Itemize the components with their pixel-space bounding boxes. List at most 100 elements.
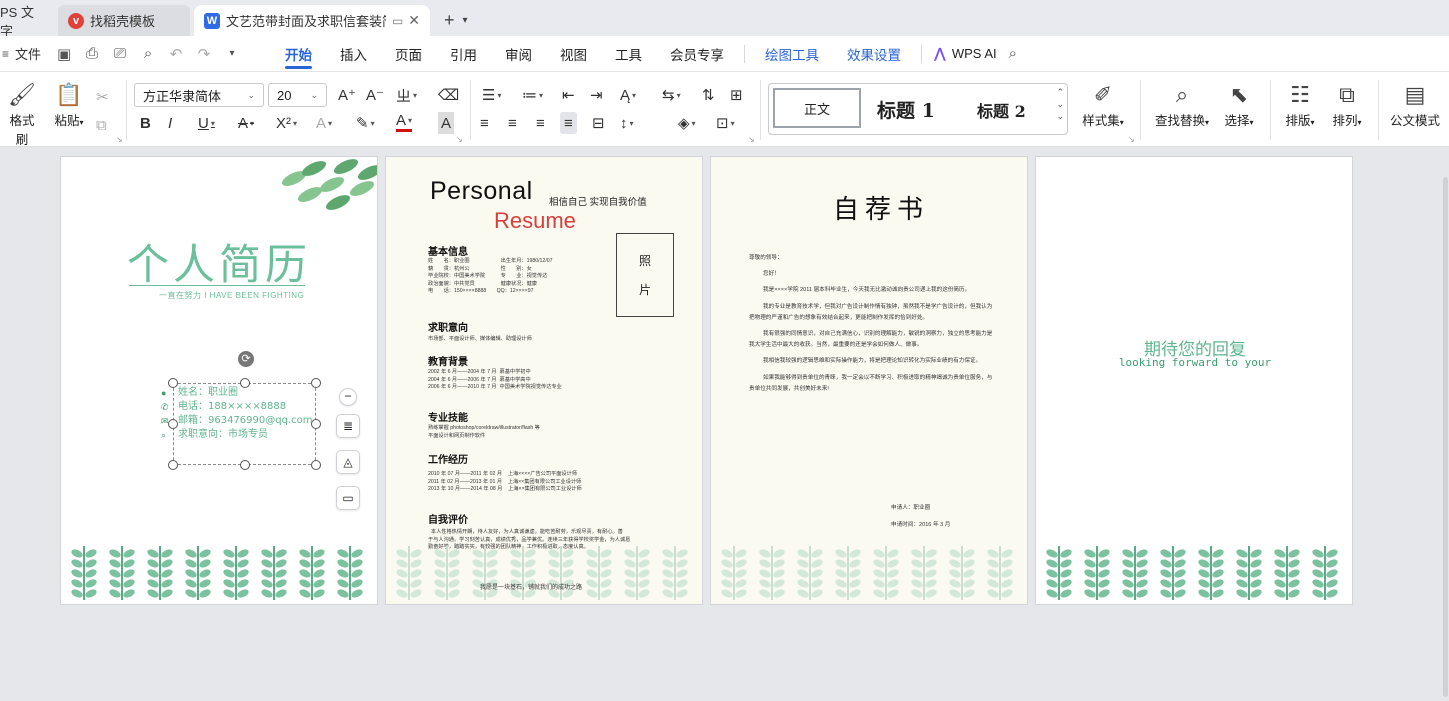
scrollbar-thumb[interactable] <box>1443 177 1448 697</box>
fern-icon <box>719 542 749 600</box>
align-left-icon[interactable]: ≡ <box>480 112 489 134</box>
document-workspace[interactable]: 个人简历 一直在努力 I HAVE BEEN FIGHTING ⟳ ● ✆ ✉ … <box>0 147 1449 701</box>
sort-icon[interactable]: ⇅ <box>702 84 715 106</box>
align-center-icon[interactable]: ≡ <box>508 112 517 134</box>
menu-tab-member[interactable]: 会员专享 <box>670 36 724 72</box>
undo-icon[interactable]: ↶ <box>167 45 185 63</box>
font-color-icon[interactable]: A ▾ <box>396 112 413 132</box>
skills-text: 熟练掌握 photoshop/coreldraw/illustrator/fla… <box>428 425 540 439</box>
file-menu[interactable]: 文件 <box>15 44 41 63</box>
letter-paragraph: 我是××××学院 2011 届本科毕业生，今天我无比激动诚向贵公司递上我的这份简… <box>763 287 971 294</box>
strikethrough-icon[interactable]: A ▾ <box>238 112 254 134</box>
justify-icon[interactable]: ≡ <box>560 112 577 134</box>
clear-format-icon[interactable]: ⌫ <box>438 84 459 106</box>
contact-icons: ● ✆ ✉ ⌕ <box>161 386 173 442</box>
styles-scroll[interactable]: ⌃ ⌄ ⌄ <box>1056 86 1064 122</box>
select-button[interactable]: ⬉ 选择▾ <box>1220 80 1258 129</box>
style-heading-1[interactable]: 标题 1 <box>877 96 935 123</box>
chevron-down-icon[interactable]: ▾ <box>223 48 241 59</box>
vertical-scrollbar[interactable] <box>1441 147 1449 701</box>
page-resume[interactable]: Personal 相信自己 实现自我价值 Resume 照 片 基本信息 姓 名… <box>385 156 703 605</box>
font-shrink-icon[interactable]: A⁻ <box>366 84 384 106</box>
chevron-down-icon[interactable]: ▾ <box>463 15 468 26</box>
border-icon[interactable]: ⊡ ▾ <box>716 112 735 134</box>
wps-ai-button[interactable]: ⋀ WPS AI <box>934 45 997 62</box>
superscript-icon[interactable]: X² ▾ <box>276 112 297 134</box>
outline-color-icon[interactable]: ▭ <box>336 486 360 510</box>
resize-handle[interactable] <box>311 378 321 388</box>
format-painter-button[interactable]: 🖌 格式刷 <box>4 80 40 148</box>
bullets-icon[interactable]: ☰ ▾ <box>482 84 501 106</box>
layout-button[interactable]: ☷ 排版▾ <box>1282 80 1318 129</box>
arrange-button[interactable]: ⧉ 排列▾ <box>1328 80 1366 129</box>
resize-handle[interactable] <box>168 460 178 470</box>
collapse-icon[interactable]: − <box>339 388 357 406</box>
page-cover[interactable]: 个人简历 一直在努力 I HAVE BEEN FIGHTING ⟳ ● ✆ ✉ … <box>60 156 378 605</box>
line-spacing-icon[interactable]: ↕ ▾ <box>620 112 634 134</box>
menu-tab-tools[interactable]: 工具 <box>615 36 642 72</box>
save-icon[interactable]: ▣ <box>55 45 73 63</box>
menu-tab-insert[interactable]: 插入 <box>340 36 367 72</box>
page-back-cover[interactable]: 期待您的回复 looking forward to your <box>1035 156 1353 605</box>
wrap-text-icon[interactable]: ≣ <box>336 414 360 438</box>
tab-template[interactable]: v 找稻壳模板 <box>58 5 190 36</box>
font-name-select[interactable]: 方正华隶简体 ⌄ <box>134 83 264 107</box>
underline-icon[interactable]: U ▾ <box>198 112 215 134</box>
search-icon[interactable]: ⌕ <box>1009 45 1017 62</box>
rotate-handle-icon[interactable]: ⟳ <box>238 351 254 367</box>
font-size-select[interactable]: 20 ⌄ <box>268 83 327 107</box>
cut-icon[interactable]: ✂ <box>96 86 109 108</box>
menu-tab-drawing-tools[interactable]: 绘图工具 <box>765 36 819 72</box>
official-mode-button[interactable]: ▤ 公文模式 <box>1388 80 1442 129</box>
shading-icon[interactable]: ◈ ▾ <box>678 112 696 134</box>
paragraph-launcher-icon[interactable]: ↘ <box>748 135 755 144</box>
highlight-icon[interactable]: ✎ ▾ <box>356 112 375 134</box>
decrease-indent-icon[interactable]: ⇤ <box>562 84 575 106</box>
font-launcher-icon[interactable]: ↘ <box>456 135 463 144</box>
print-icon[interactable]: ⎚ <box>111 45 129 62</box>
page-cover-letter[interactable]: 自荐书 尊敬的领导： 您好！ 我是××××学院 2011 届本科毕业生，今天我无… <box>710 156 1028 605</box>
resize-handle[interactable] <box>311 460 321 470</box>
text-direction-icon[interactable]: Ą ▾ <box>620 84 636 106</box>
fill-color-icon[interactable]: ◬ <box>336 450 360 474</box>
tab-document[interactable]: W 文艺范带封面及求职信套装简历 ▭ ✕ <box>194 5 430 36</box>
distribute-icon[interactable]: ⊟ <box>592 112 605 134</box>
align-right-icon[interactable]: ≡ <box>536 112 545 134</box>
style-normal[interactable]: 正文 <box>773 88 861 128</box>
numbering-icon[interactable]: ≔ ▾ <box>522 84 543 106</box>
phonetic-icon[interactable]: ㄓ ▾ <box>396 84 417 106</box>
increase-indent-icon[interactable]: ⇥ <box>590 84 603 106</box>
menu-tab-page[interactable]: 页面 <box>395 36 422 72</box>
fern-icon <box>546 542 576 600</box>
resize-handle[interactable] <box>240 460 250 470</box>
print-preview-icon[interactable]: ⌕ <box>139 45 157 62</box>
font-grow-icon[interactable]: A⁺ <box>338 84 356 106</box>
line-break-icon[interactable]: ⇆ ▾ <box>662 84 681 106</box>
copy-icon[interactable]: ⧉ <box>96 114 107 136</box>
style-set-button[interactable]: ✐ 样式集▾ <box>1078 80 1128 129</box>
bold-icon[interactable]: B <box>140 112 151 134</box>
new-tab-icon[interactable]: + <box>444 10 455 31</box>
find-replace-button[interactable]: ⌕ 查找替换▾ <box>1152 80 1212 129</box>
contact-info[interactable]: 姓名：职业圈 电话：188××××8888 邮箱：963476990@qq.co… <box>178 386 313 442</box>
menu-tab-home[interactable]: 开始 <box>285 36 313 72</box>
tab-wps-home[interactable]: PS 文字 <box>0 5 56 39</box>
clipboard-launcher-icon[interactable]: ↘ <box>116 135 123 144</box>
styles-launcher-icon[interactable]: ↘ <box>1128 135 1135 144</box>
menu-icon[interactable]: ≡ <box>2 47 9 61</box>
style-heading-2[interactable]: 标题 2 <box>977 98 1026 122</box>
close-icon[interactable]: ✕ <box>408 12 420 29</box>
menu-tab-view[interactable]: 视图 <box>560 36 587 72</box>
menu-tab-reference[interactable]: 引用 <box>450 36 477 72</box>
redo-icon[interactable]: ↷ <box>195 45 213 63</box>
chevron-down-icon: ⌄ <box>310 89 318 100</box>
char-shading-icon[interactable]: A <box>438 112 455 134</box>
paste-button[interactable]: 📋 粘贴▾ <box>50 80 88 129</box>
italic-icon[interactable]: I <box>168 112 172 134</box>
menu-tab-effects[interactable]: 效果设置 <box>847 36 901 72</box>
export-pdf-icon[interactable]: ⎙ <box>83 45 101 62</box>
text-effect-icon[interactable]: A ▾ <box>316 112 332 134</box>
show-marks-icon[interactable]: ⊞ <box>730 84 743 106</box>
menu-tab-review[interactable]: 审阅 <box>505 36 532 72</box>
monitor-icon[interactable]: ▭ <box>392 14 403 28</box>
